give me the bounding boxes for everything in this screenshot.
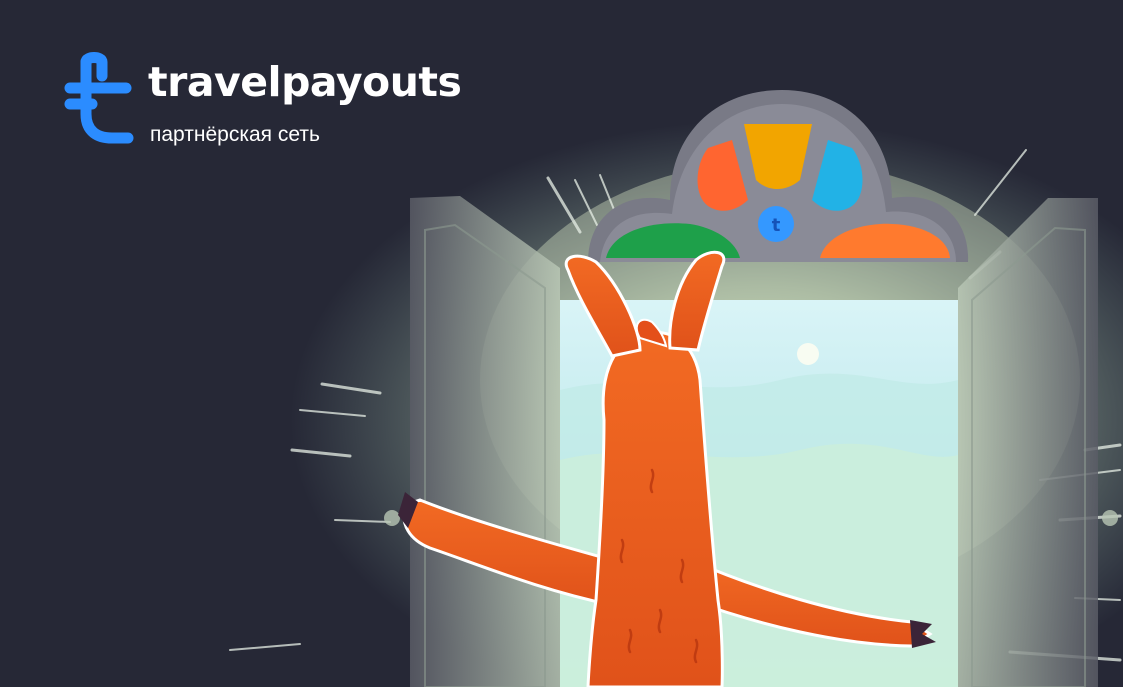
promo-banner: t travelpayouts партнёрская сеть — [0, 0, 1123, 687]
door-left — [384, 196, 560, 687]
travelpayouts-logo[interactable]: travelpayouts партнёрская сеть — [62, 52, 482, 152]
door-right — [958, 198, 1118, 687]
brand-name: travelpayouts — [148, 58, 462, 106]
svg-text:t: t — [772, 215, 781, 236]
brand-tagline: партнёрская сеть — [150, 123, 320, 146]
travelpayouts-t-icon — [64, 52, 134, 144]
